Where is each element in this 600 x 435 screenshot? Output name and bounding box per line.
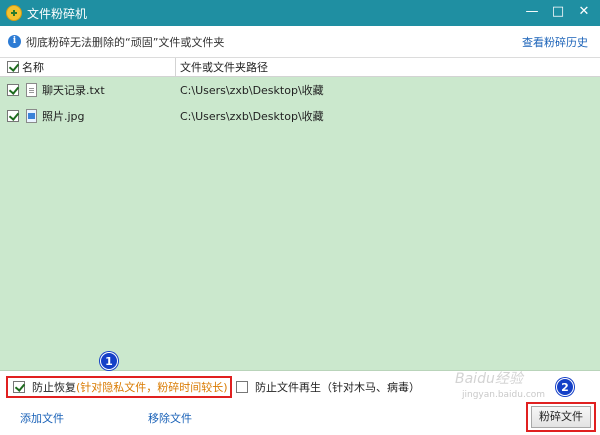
prevent-regen-checkbox[interactable] [236,381,248,393]
file-name: 聊天记录.txt [42,84,105,97]
info-bar: i 彻底粉碎无法删除的“顽固”文件或文件夹 查看粉碎历史 [0,26,600,58]
row-checkbox[interactable] [7,84,19,96]
watermark-logo: Baidu经验 [455,371,523,387]
shredder-app-icon [6,5,22,21]
prevent-recovery-label: 防止恢复(针对隐私文件，粉碎时间较长) [32,381,228,394]
file-path: C:\Users\zxb\Desktop\收藏 [180,84,324,97]
file-path: C:\Users\zxb\Desktop\收藏 [180,110,324,123]
column-name[interactable]: 名称 [22,59,44,75]
row-checkbox[interactable] [7,110,19,122]
window-controls: — □ ✕ [522,3,594,21]
column-divider [175,58,176,77]
remove-file-link[interactable]: 移除文件 [148,410,192,426]
prevent-recovery-note: (针对隐私文件，粉碎时间较长) [76,381,228,394]
view-history-link[interactable]: 查看粉碎历史 [522,34,588,50]
window-title: 文件粉碎机 [27,6,88,21]
step-badge-1: 1 [100,352,118,370]
shred-button-highlight: 粉碎文件 [526,402,596,432]
column-path[interactable]: 文件或文件夹路径 [180,59,268,75]
image-file-icon [26,109,37,123]
file-name: 照片.jpg [42,110,85,123]
step-badge-2: 2 [556,378,574,396]
list-header: 名称 文件或文件夹路径 [0,58,600,77]
title-bar: 文件粉碎机 — □ ✕ [0,0,600,26]
maximize-icon[interactable]: □ [548,3,568,21]
minimize-icon[interactable]: — [522,3,542,21]
prevent-recovery-checkbox[interactable] [13,381,25,393]
text-file-icon [26,83,37,97]
info-icon: i [8,35,21,48]
prevent-regen-label: 防止文件再生（针对木马、病毒） [255,381,420,394]
prevent-recovery-option[interactable]: 防止恢复(针对隐私文件，粉碎时间较长) [6,376,232,398]
close-icon[interactable]: ✕ [574,3,594,21]
info-text: 彻底粉碎无法删除的“顽固”文件或文件夹 [26,35,225,49]
table-row[interactable]: 聊天记录.txt C:\Users\zxb\Desktop\收藏 [0,78,600,102]
watermark-url: jingyan.baidu.com [462,390,546,400]
prevent-regen-option[interactable]: 防止文件再生（针对木马、病毒） [236,379,420,395]
table-row[interactable]: 照片.jpg C:\Users\zxb\Desktop\收藏 [0,104,600,128]
shred-file-button[interactable]: 粉碎文件 [531,406,591,428]
file-list: 名称 文件或文件夹路径 聊天记录.txt C:\Users\zxb\Deskto… [0,58,600,371]
select-all-checkbox[interactable] [7,61,19,73]
add-file-link[interactable]: 添加文件 [20,410,64,426]
